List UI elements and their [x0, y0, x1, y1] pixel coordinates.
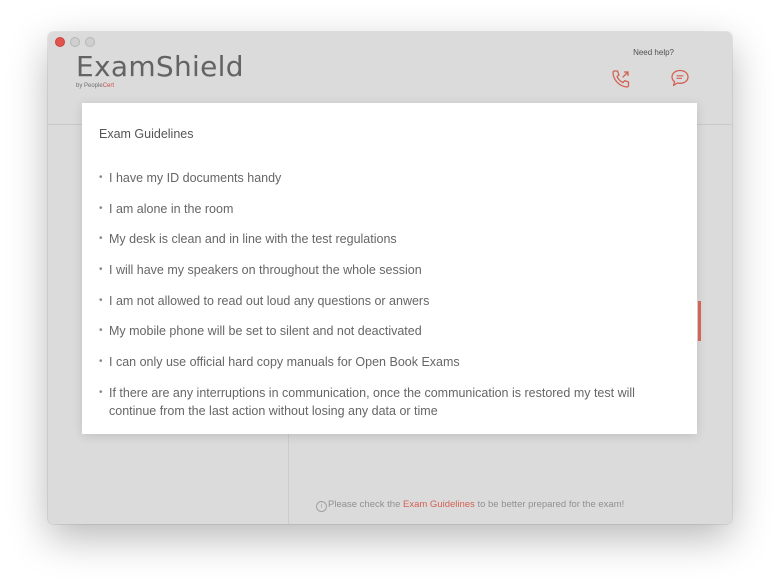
bullet-icon: •: [99, 356, 103, 368]
guideline-text: I am alone in the room: [109, 201, 234, 216]
bullet-icon: •: [99, 325, 103, 337]
bullet-icon: •: [99, 264, 103, 276]
bullet-icon: •: [99, 386, 103, 398]
guideline-item: • I have my ID documents handy: [98, 169, 678, 187]
bullet-icon: •: [99, 233, 103, 245]
guideline-text: I will have my speakers on throughout th…: [109, 263, 422, 278]
guideline-item: • I can only use official hard copy manua…: [98, 353, 678, 371]
guideline-text: My desk is clean and in line with the te…: [109, 232, 397, 247]
bullet-icon: •: [99, 172, 103, 183]
guideline-item: • If there are any interruptions in commu…: [98, 384, 678, 420]
guideline-text: I can only use official hard copy manual…: [109, 355, 460, 370]
bullet-icon: •: [99, 202, 103, 214]
guidelines-list: • I have my ID documents handy • I am alon…: [98, 169, 678, 433]
guideline-item: • I am not allowed to read out loud any q…: [98, 292, 678, 310]
guideline-text: I am not allowed to read out loud any qu…: [109, 293, 430, 308]
exam-guidelines-modal: Exam Guidelines • I have my ID documents …: [82, 103, 697, 434]
modal-title: Exam Guidelines: [99, 127, 194, 141]
guideline-item: • My desk is clean and in line with the t…: [98, 230, 678, 248]
bullet-icon: •: [99, 294, 103, 306]
guideline-item: • I am alone in the room: [98, 200, 678, 218]
guideline-item: • My mobile phone will be set to silent a…: [98, 322, 678, 340]
guideline-text: If there are any interruptions in commun…: [109, 385, 635, 418]
guideline-text: I have my ID documents handy: [109, 171, 282, 185]
guideline-text: My mobile phone will be set to silent an…: [109, 324, 422, 339]
guideline-item: • I will have my speakers on throughout t…: [98, 261, 678, 279]
